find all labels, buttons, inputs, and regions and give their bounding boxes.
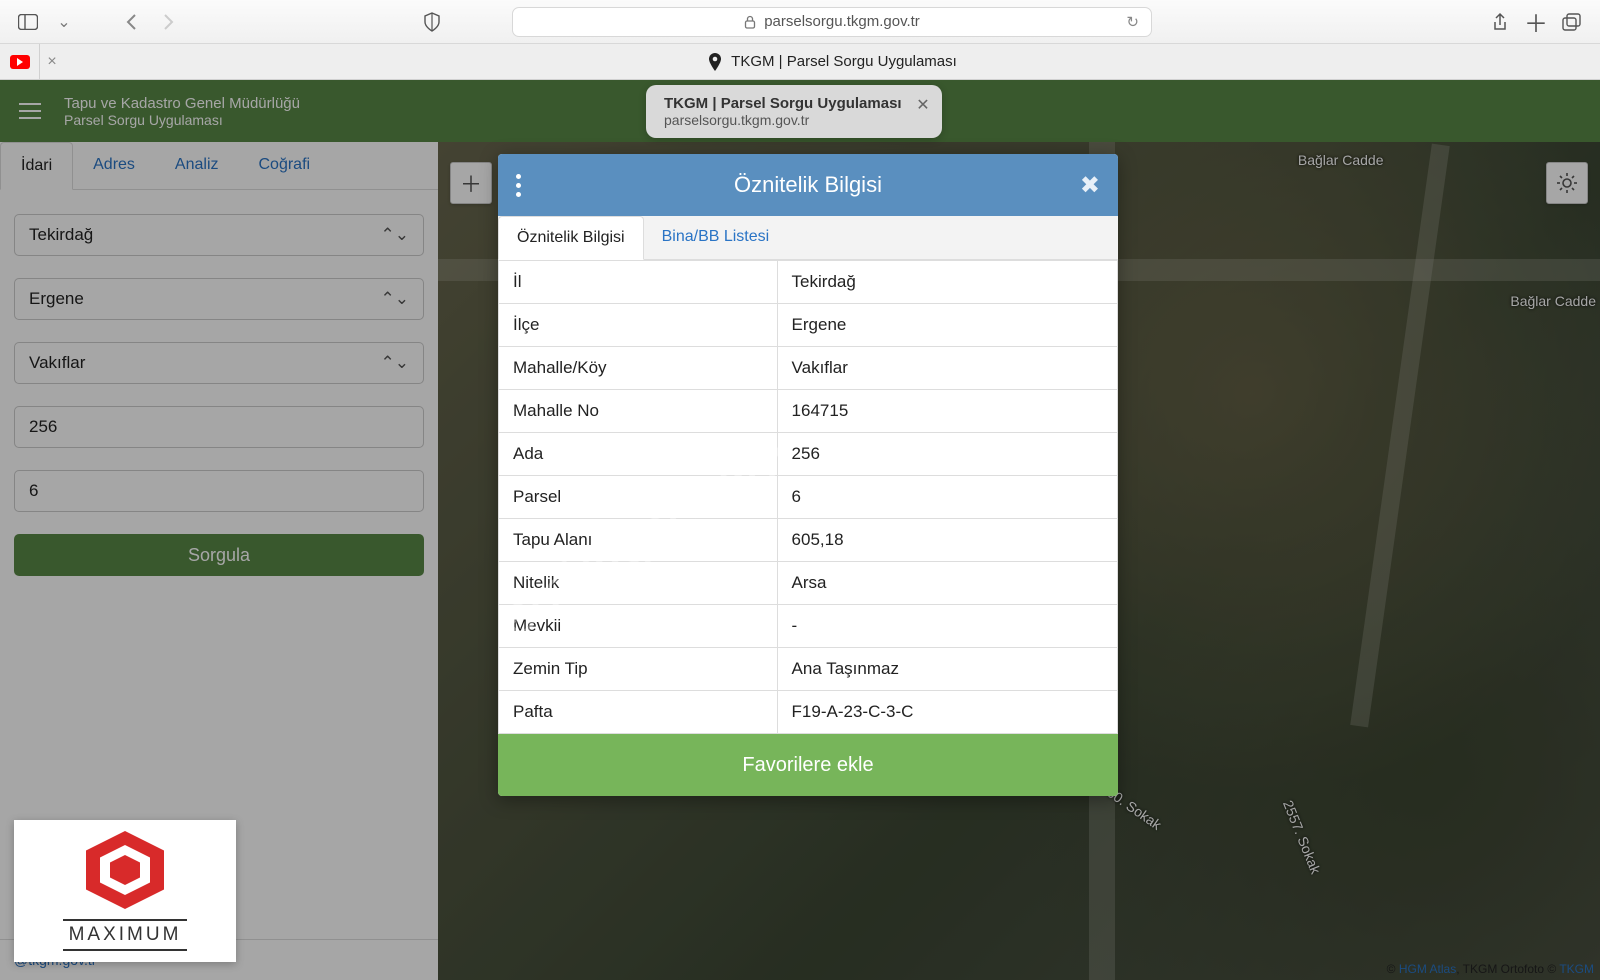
attr-key: Mahalle No xyxy=(499,390,778,433)
url-text: parselsorgu.tkgm.gov.tr xyxy=(764,13,920,30)
attr-key: Nitelik xyxy=(499,562,778,605)
tab-analiz[interactable]: Analiz xyxy=(155,142,239,189)
tooltip-url: parselsorgu.tkgm.gov.tr xyxy=(664,112,902,128)
attrib-link-hgm[interactable]: HGM Atlas xyxy=(1399,962,1456,976)
map-canvas[interactable]: Bağlar Cadde Bağlar Cadde 2560. Sokak 25… xyxy=(438,142,1600,980)
tab-adres[interactable]: Adres xyxy=(73,142,155,189)
tab-idari[interactable]: İdari xyxy=(0,142,73,190)
gear-icon xyxy=(1556,172,1578,194)
attr-value: Arsa xyxy=(777,562,1117,605)
query-button[interactable]: Sorgula xyxy=(14,534,424,576)
attr-value: Ergene xyxy=(777,304,1117,347)
table-row: Tapu Alanı605,18 xyxy=(499,519,1118,562)
caret-icon: ⌃⌄ xyxy=(381,225,410,245)
sidebar-tabs: İdari Adres Analiz Coğrafi xyxy=(0,142,438,190)
table-row: Parsel6 xyxy=(499,476,1118,519)
reload-icon[interactable]: ↻ xyxy=(1126,13,1139,31)
back-button[interactable] xyxy=(118,8,146,36)
modal-tab-bina[interactable]: Bina/BB Listesi xyxy=(644,216,788,259)
attribute-modal: Öznitelik Bilgisi ✖ Öznitelik Bilgisi Bi… xyxy=(498,154,1118,796)
map-attribution: © HGM Atlas, TKGM Ortofoto © TKGM xyxy=(1387,962,1594,976)
address-bar[interactable]: parselsorgu.tkgm.gov.tr ↻ xyxy=(512,7,1152,37)
map-settings-button[interactable] xyxy=(1546,162,1588,204)
input-ada[interactable]: 256 xyxy=(14,406,424,448)
pinned-tab-youtube[interactable] xyxy=(0,44,40,79)
share-icon[interactable] xyxy=(1486,8,1514,36)
attr-key: Mahalle/Köy xyxy=(499,347,778,390)
select-il[interactable]: Tekirdağ⌃⌄ xyxy=(14,214,424,256)
select-ilce[interactable]: Ergene⌃⌄ xyxy=(14,278,424,320)
maximum-logo-icon xyxy=(86,831,164,909)
modal-tabs: Öznitelik Bilgisi Bina/BB Listesi xyxy=(498,216,1118,260)
add-favorite-button[interactable]: Favorilere ekle xyxy=(498,734,1118,796)
modal-header: Öznitelik Bilgisi ✖ xyxy=(498,154,1118,216)
attr-value: Tekirdağ xyxy=(777,261,1117,304)
attr-value: F19-A-23-C-3-C xyxy=(777,691,1117,734)
sidebar-toggle-icon[interactable] xyxy=(14,8,42,36)
table-row: Mevkii- xyxy=(499,605,1118,648)
tab-strip: × TKGM | Parsel Sorgu Uygulaması xyxy=(0,44,1600,80)
close-icon[interactable]: ✕ xyxy=(916,95,929,115)
lock-icon xyxy=(744,15,756,29)
tab-title: TKGM | Parsel Sorgu Uygulaması xyxy=(731,53,957,70)
forward-button[interactable] xyxy=(154,8,182,36)
table-row: PaftaF19-A-23-C-3-C xyxy=(499,691,1118,734)
attr-value: 6 xyxy=(777,476,1117,519)
attr-key: Zemin Tip xyxy=(499,648,778,691)
attr-value: Ana Taşınmaz xyxy=(777,648,1117,691)
attr-value: 256 xyxy=(777,433,1117,476)
table-row: İlTekirdağ xyxy=(499,261,1118,304)
attr-key: Ada xyxy=(499,433,778,476)
attr-key: Parsel xyxy=(499,476,778,519)
menu-icon[interactable] xyxy=(10,91,50,131)
street-label: Bağlar Cadde xyxy=(1298,152,1384,168)
input-parsel[interactable]: 6 xyxy=(14,470,424,512)
logo-card: MAXIMUM xyxy=(14,820,236,962)
youtube-icon xyxy=(10,55,30,69)
attr-key: Pafta xyxy=(499,691,778,734)
browser-toolbar: ⌄ parselsorgu.tkgm.gov.tr ↻ ＋ xyxy=(0,0,1600,44)
tab-hover-tooltip: TKGM | Parsel Sorgu Uygulaması parselsor… xyxy=(646,85,942,138)
table-row: Zemin TipAna Taşınmaz xyxy=(499,648,1118,691)
select-mahalle[interactable]: Vakıflar⌃⌄ xyxy=(14,342,424,384)
modal-tab-attrib[interactable]: Öznitelik Bilgisi xyxy=(498,216,644,260)
caret-icon: ⌃⌄ xyxy=(381,289,410,309)
shield-icon[interactable] xyxy=(418,8,446,36)
header-app: Parsel Sorgu Uygulaması xyxy=(64,112,300,128)
attrib-link-tkgm[interactable]: TKGM xyxy=(1559,962,1594,976)
attr-key: Mevkii xyxy=(499,605,778,648)
table-row: Mahalle No164715 xyxy=(499,390,1118,433)
tabs-icon[interactable] xyxy=(1558,8,1586,36)
table-row: İlçeErgene xyxy=(499,304,1118,347)
caret-icon: ⌃⌄ xyxy=(381,353,410,373)
attr-key: İl xyxy=(499,261,778,304)
table-row: Ada256 xyxy=(499,433,1118,476)
modal-title: Öznitelik Bilgisi xyxy=(734,172,882,198)
table-row: NitelikArsa xyxy=(499,562,1118,605)
attr-key: İlçe xyxy=(499,304,778,347)
kebab-menu-icon[interactable] xyxy=(516,174,521,197)
attr-value: - xyxy=(777,605,1117,648)
attr-value: 605,18 xyxy=(777,519,1117,562)
close-icon[interactable]: ✖ xyxy=(1080,171,1100,200)
active-tab[interactable]: TKGM | Parsel Sorgu Uygulaması xyxy=(64,44,1600,79)
tooltip-title: TKGM | Parsel Sorgu Uygulaması xyxy=(664,95,902,112)
new-tab-icon[interactable]: ＋ xyxy=(1522,8,1550,36)
close-pinned-tab[interactable]: × xyxy=(40,44,64,79)
map-pin-icon xyxy=(707,52,723,72)
table-row: Mahalle/KöyVakıflar xyxy=(499,347,1118,390)
tab-cografi[interactable]: Coğrafi xyxy=(239,142,331,189)
header-org: Tapu ve Kadastro Genel Müdürlüğü xyxy=(64,95,300,112)
attr-value: 164715 xyxy=(777,390,1117,433)
street-label: Bağlar Cadde xyxy=(1510,293,1596,309)
zoom-in-button[interactable]: ＋ xyxy=(450,162,492,204)
attr-value: Vakıflar xyxy=(777,347,1117,390)
attribute-table: İlTekirdağİlçeErgeneMahalle/KöyVakıflarM… xyxy=(498,260,1118,734)
chevron-down-icon[interactable]: ⌄ xyxy=(50,8,78,36)
logo-text: MAXIMUM xyxy=(63,919,188,951)
attr-key: Tapu Alanı xyxy=(499,519,778,562)
